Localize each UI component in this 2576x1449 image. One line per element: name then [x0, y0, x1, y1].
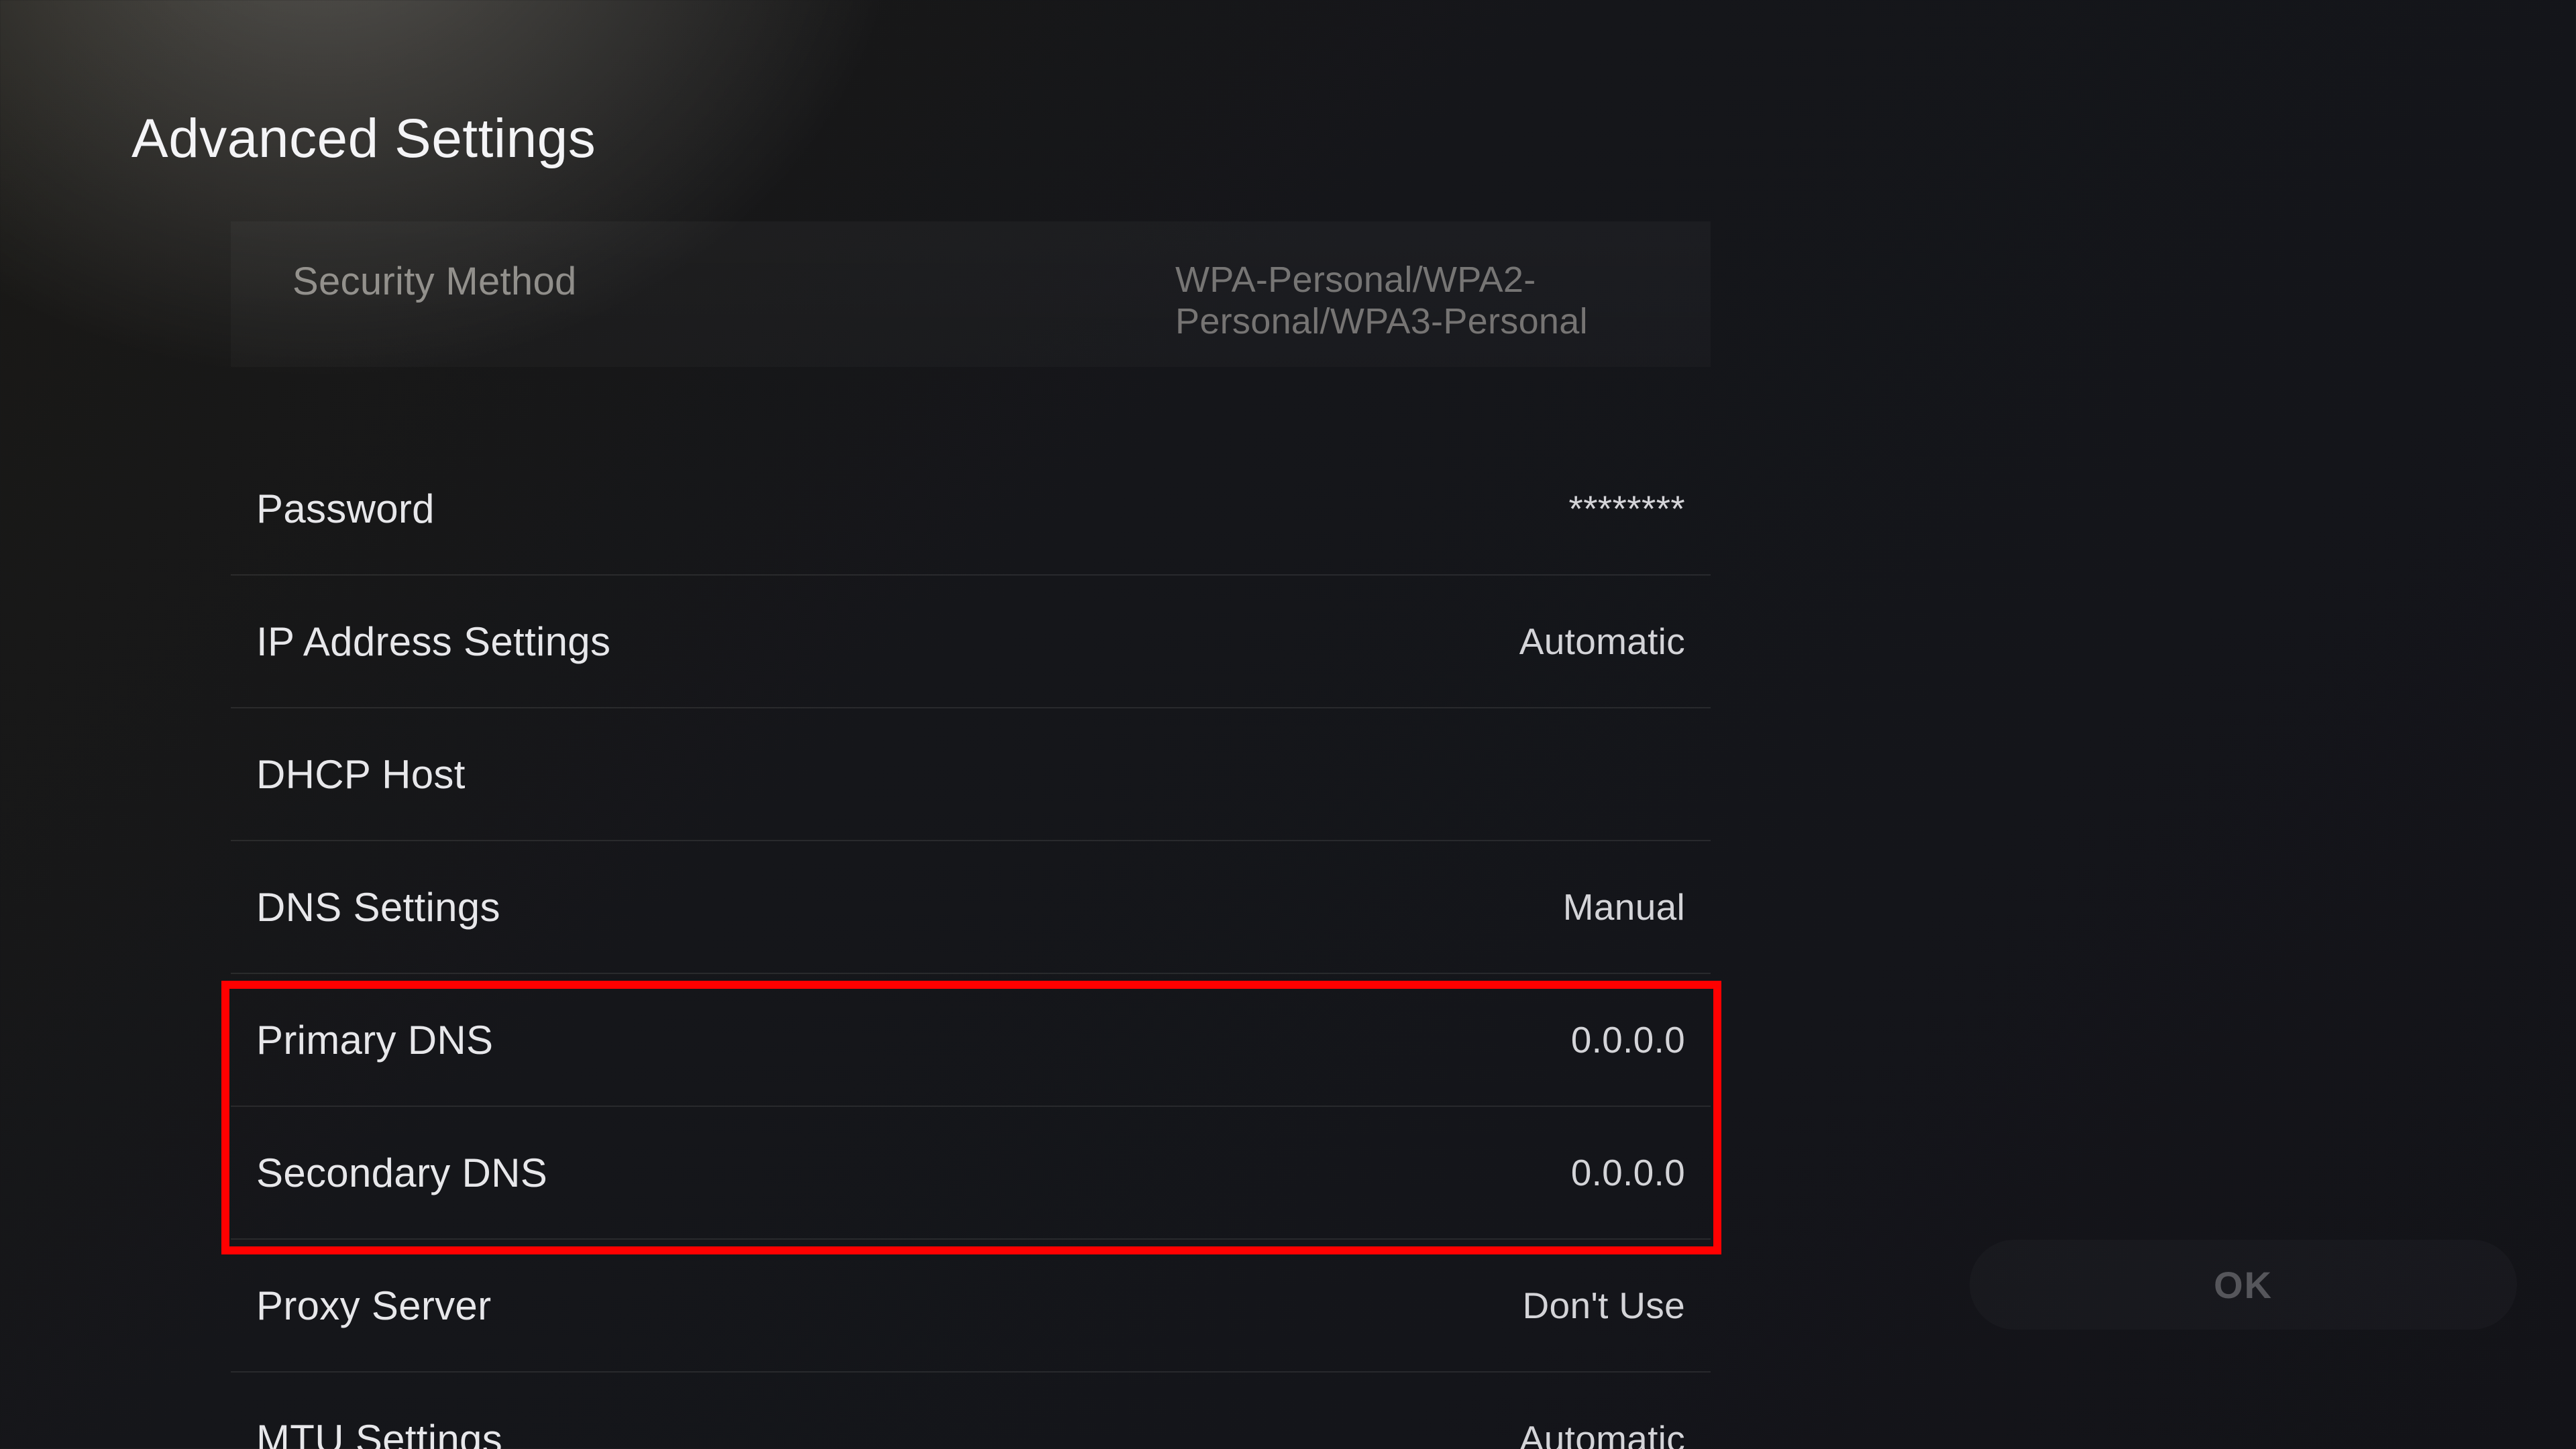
advanced-settings-panel: Security Method WPA-Personal/WPA2-Person… — [231, 221, 1711, 1449]
ok-button[interactable]: OK — [1970, 1240, 2517, 1330]
row-dhcp-host[interactable]: DHCP Host — [231, 708, 1711, 841]
row-ip-address-settings[interactable]: IP Address Settings Automatic — [231, 576, 1711, 708]
row-password[interactable]: Password ******** — [231, 443, 1711, 576]
value-proxy-server: Don't Use — [1523, 1284, 1685, 1327]
row-dns-settings[interactable]: DNS Settings Manual — [231, 841, 1711, 974]
label-security-method: Security Method — [256, 259, 577, 304]
ok-button-label: OK — [2214, 1263, 2273, 1307]
label-proxy-server: Proxy Server — [256, 1283, 491, 1329]
row-proxy-server[interactable]: Proxy Server Don't Use — [231, 1240, 1711, 1373]
row-primary-dns[interactable]: Primary DNS 0.0.0.0 — [231, 974, 1711, 1107]
label-dhcp-host: DHCP Host — [256, 751, 466, 798]
value-primary-dns: 0.0.0.0 — [1571, 1018, 1685, 1061]
label-password: Password — [256, 486, 435, 532]
label-secondary-dns: Secondary DNS — [256, 1150, 547, 1196]
row-secondary-dns[interactable]: Secondary DNS 0.0.0.0 — [231, 1107, 1711, 1240]
value-mtu-settings: Automatic — [1519, 1417, 1685, 1449]
value-dns-settings: Manual — [1563, 885, 1685, 928]
label-dns-settings: DNS Settings — [256, 884, 500, 930]
page-title: Advanced Settings — [131, 107, 596, 170]
value-password: ******** — [1568, 487, 1685, 530]
label-mtu-settings: MTU Settings — [256, 1416, 502, 1449]
value-security-method: WPA-Personal/WPA2-Personal/WPA3-Personal — [1175, 259, 1711, 342]
row-security-method[interactable]: Security Method WPA-Personal/WPA2-Person… — [231, 221, 1711, 367]
row-mtu-settings[interactable]: MTU Settings Automatic — [231, 1373, 1711, 1449]
value-ip-address-settings: Automatic — [1519, 620, 1685, 663]
label-primary-dns: Primary DNS — [256, 1017, 493, 1063]
label-ip-address-settings: IP Address Settings — [256, 619, 610, 665]
value-secondary-dns: 0.0.0.0 — [1571, 1151, 1685, 1194]
